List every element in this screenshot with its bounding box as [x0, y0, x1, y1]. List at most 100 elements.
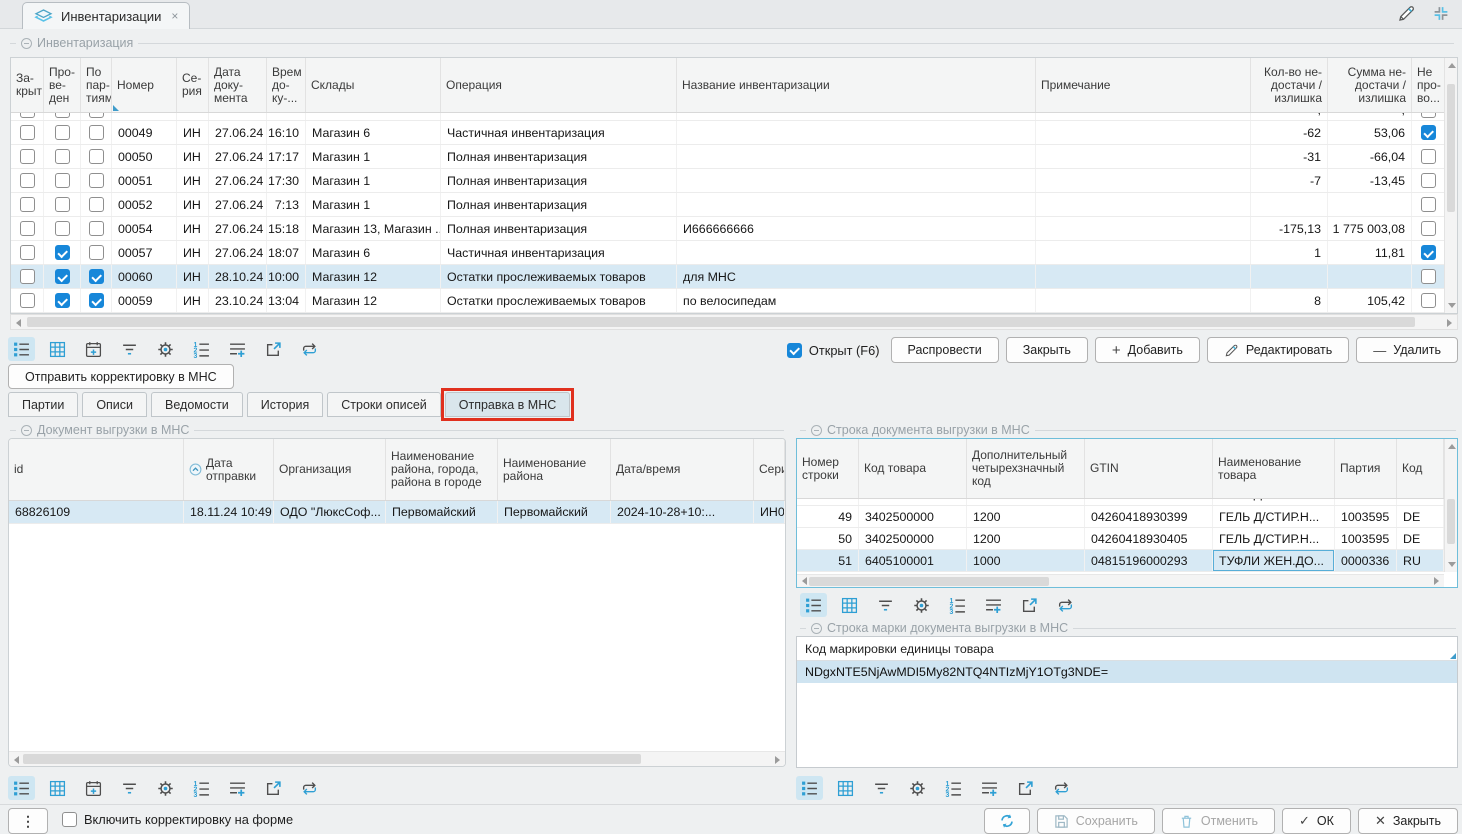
open-in-new-icon[interactable]: [260, 776, 287, 800]
table-grid-icon[interactable]: [832, 776, 859, 800]
add-row-icon[interactable]: [976, 776, 1003, 800]
column-header[interactable]: Код товара: [859, 439, 967, 498]
inventory-row[interactable]: 00051ИН27.06.2417:30Магазин 1Полная инве…: [11, 169, 1457, 193]
column-header[interactable]: Название инвентаризации: [677, 58, 1036, 112]
settings-icon[interactable]: [908, 593, 935, 617]
checkbox[interactable]: [1421, 293, 1436, 308]
checkbox[interactable]: [20, 149, 35, 164]
list-view-icon[interactable]: [796, 776, 823, 800]
table-grid-icon[interactable]: [836, 593, 863, 617]
column-header[interactable]: Дата доку- мента: [209, 58, 267, 112]
close-button[interactable]: ✕Закрыть: [1358, 808, 1458, 834]
checkbox[interactable]: [89, 149, 104, 164]
checkbox[interactable]: [89, 293, 104, 308]
edit-button[interactable]: Редактировать: [1207, 337, 1349, 363]
inventory-row[interactable]: 00059ИН23.10.2413:04Магазин 12Остатки пр…: [11, 289, 1457, 313]
delete-button[interactable]: —Удалить: [1356, 337, 1458, 363]
column-header[interactable]: id: [9, 439, 184, 500]
add-button[interactable]: +Добавить: [1095, 337, 1200, 363]
column-header[interactable]: Сумма не- достачи / излишка: [1328, 58, 1412, 112]
save-button[interactable]: Сохранить: [1037, 808, 1155, 834]
calendar-icon[interactable]: [80, 337, 107, 361]
vertical-scrollbar[interactable]: [1444, 439, 1457, 572]
checkbox[interactable]: [20, 269, 35, 284]
send-correction-button[interactable]: Отправить корректировку в МНС: [8, 364, 234, 389]
column-header[interactable]: Дата отправки: [184, 439, 274, 500]
close-doc-button[interactable]: Закрыть: [1006, 337, 1088, 363]
column-header[interactable]: Код: [1397, 439, 1444, 498]
open-in-new-icon[interactable]: [1016, 593, 1043, 617]
column-header[interactable]: По пар- тиям: [81, 58, 112, 112]
detail-tab-item[interactable]: Партии: [8, 392, 78, 417]
checkbox[interactable]: [20, 221, 35, 236]
checkbox[interactable]: [89, 245, 104, 260]
open-in-new-icon[interactable]: [260, 337, 287, 361]
export-doc-row[interactable]: 6882610918.11.24 10:49ОДО "ЛюксСоф...Пер…: [9, 501, 785, 524]
export-line-row[interactable]: 493402500000120004260418930399ГЕЛЬ Д/СТИ…: [797, 506, 1457, 528]
checkbox[interactable]: [62, 812, 77, 827]
open-filter-checkbox[interactable]: Открыт (F6): [787, 343, 880, 358]
filter-icon[interactable]: [116, 337, 143, 361]
calendar-icon[interactable]: [80, 776, 107, 800]
horizontal-scrollbar[interactable]: [797, 574, 1444, 587]
column-header[interactable]: Склады: [306, 58, 441, 112]
inventory-row[interactable]: 00049ИН27.06.2416:10Магазин 6Частичная и…: [11, 121, 1457, 145]
collapse-icon[interactable]: [21, 425, 32, 436]
vertical-scrollbar[interactable]: [1444, 58, 1457, 313]
column-header[interactable]: Врем до- ку-...: [267, 58, 306, 112]
column-header[interactable]: Кол-во не- достачи / излишка: [1251, 58, 1328, 112]
filter-icon[interactable]: [868, 776, 895, 800]
filter-icon[interactable]: [116, 776, 143, 800]
mark-code-column-header[interactable]: Код маркировки единицы товара: [797, 637, 1457, 661]
refresh-button[interactable]: [984, 808, 1030, 834]
inventory-row[interactable]: 00050ИН27.06.2417:17Магазин 1Полная инве…: [11, 145, 1457, 169]
checkbox[interactable]: [20, 293, 35, 308]
checkbox[interactable]: [55, 221, 70, 236]
column-header[interactable]: Не про- во...: [1412, 58, 1445, 112]
checkbox[interactable]: [1421, 173, 1436, 188]
close-tab-icon[interactable]: ×: [171, 9, 178, 23]
checkbox[interactable]: [1421, 197, 1436, 212]
checkbox[interactable]: [1421, 221, 1436, 236]
column-header[interactable]: Про- ве- ден: [44, 58, 81, 112]
table-grid-icon[interactable]: [44, 776, 71, 800]
mark-code-value[interactable]: NDgxNTE5NjAwMDI5My82NTQ4NTIzMjY1OTg3NDE=: [797, 661, 1457, 683]
horizontal-scrollbar[interactable]: [9, 751, 785, 766]
export-line-row[interactable]: 483402500000120004260418930399ГЕЛЬ Д/СТИ…: [797, 499, 1457, 505]
cancel-button[interactable]: Отменить: [1162, 808, 1275, 834]
settings-icon[interactable]: [152, 776, 179, 800]
inventory-row[interactable]: ,,: [11, 113, 1457, 121]
checkbox[interactable]: [20, 245, 35, 260]
checkbox[interactable]: [89, 125, 104, 140]
checkbox[interactable]: [89, 173, 104, 188]
menu-button[interactable]: ⋮: [8, 808, 48, 834]
column-header[interactable]: Се- рия: [177, 58, 209, 112]
checkbox[interactable]: [20, 113, 35, 118]
inventory-row[interactable]: 00060ИН28.10.2410:00Магазин 12Остатки пр…: [11, 265, 1457, 289]
settings-icon[interactable]: [152, 337, 179, 361]
checkbox[interactable]: [787, 343, 802, 358]
table-grid-icon[interactable]: [44, 337, 71, 361]
checkbox[interactable]: [55, 245, 70, 260]
numbered-list-icon[interactable]: 123: [188, 337, 215, 361]
column-header[interactable]: Номер строки: [797, 439, 859, 498]
layout-corners-icon[interactable]: [1432, 5, 1450, 22]
column-header[interactable]: Партия: [1335, 439, 1397, 498]
checkbox[interactable]: [55, 125, 70, 140]
detail-tab-active[interactable]: Отправка в МНС: [445, 392, 571, 417]
refresh-icon[interactable]: [1048, 776, 1075, 800]
export-line-row[interactable]: 516405100001100004815196000293ТУФЛИ ЖЕН.…: [797, 550, 1457, 572]
add-row-icon[interactable]: [980, 593, 1007, 617]
open-in-new-icon[interactable]: [1012, 776, 1039, 800]
ok-button[interactable]: ✓ОК: [1282, 808, 1351, 834]
column-header[interactable]: Дата/время: [611, 439, 754, 500]
column-header[interactable]: За- крыт: [11, 58, 44, 112]
checkbox[interactable]: [55, 293, 70, 308]
add-row-icon[interactable]: [224, 337, 251, 361]
refresh-icon[interactable]: [1052, 593, 1079, 617]
column-header[interactable]: Организация: [274, 439, 386, 500]
column-header[interactable]: Дополнительный четырехзначный код: [967, 439, 1085, 498]
checkbox[interactable]: [20, 125, 35, 140]
filter-icon[interactable]: [872, 593, 899, 617]
list-view-icon[interactable]: [8, 776, 35, 800]
